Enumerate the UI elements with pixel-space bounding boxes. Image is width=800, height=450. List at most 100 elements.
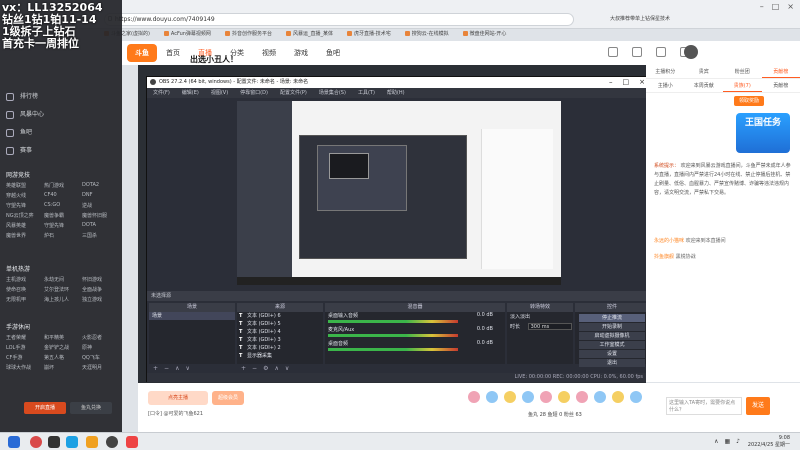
gift-icon[interactable] — [540, 391, 552, 403]
source-item[interactable]: 文本 (GDI+) 5 — [237, 320, 323, 328]
bookmark-item[interactable]: 微盘佳网站-开心 — [463, 30, 507, 41]
volume-meter[interactable] — [328, 348, 458, 351]
gift-icon[interactable] — [468, 391, 480, 403]
tab-week[interactable]: 本周贡献 — [685, 79, 724, 92]
remove-icon[interactable]: − — [252, 365, 257, 372]
exit-button[interactable]: 退出 — [579, 359, 645, 367]
category-link[interactable]: 风暴英雄 — [6, 222, 42, 229]
category-link[interactable]: 无限机甲 — [6, 296, 42, 303]
tab-contrib[interactable]: 贡献榜 — [761, 65, 800, 78]
nav-video[interactable]: 视频 — [262, 48, 276, 58]
gift-icon[interactable] — [594, 391, 606, 403]
source-item[interactable]: 文本 (GDI+) 3 — [237, 336, 323, 344]
start-live-button[interactable]: 开启直播 — [24, 402, 66, 414]
start-icon[interactable] — [8, 436, 20, 448]
obs-minimize-icon[interactable]: – — [609, 77, 613, 88]
nav-game[interactable]: 游戏 — [294, 48, 308, 58]
gift-icon[interactable] — [576, 391, 588, 403]
menu-help[interactable]: 帮助(H) — [387, 88, 405, 98]
menu-view[interactable]: 视图(V) — [211, 88, 228, 98]
sidebar-item-storm[interactable]: 风暴中心 — [6, 106, 118, 124]
obs-app-icon[interactable] — [106, 436, 118, 448]
minimize-icon[interactable]: – — [760, 2, 764, 11]
source-item[interactable]: 文本 (GDI+) 2 — [237, 344, 323, 352]
app-icon[interactable] — [30, 436, 42, 448]
category-link[interactable]: 魔兽争霸 — [44, 212, 80, 219]
send-button[interactable]: 发送 — [746, 397, 770, 415]
history-icon[interactable] — [608, 47, 618, 57]
sidebar-item-rank[interactable]: 排行榜 — [6, 88, 118, 106]
category-link[interactable]: 海上孩儿人 — [44, 296, 80, 303]
up-icon[interactable]: ∧ — [274, 365, 278, 372]
maximize-icon[interactable]: □ — [772, 2, 780, 11]
category-link[interactable]: DOTA — [82, 222, 118, 229]
studio-mode-button[interactable]: 工作室模式 — [579, 341, 645, 349]
exchange-button[interactable]: 鱼丸兑换 — [70, 402, 112, 414]
stop-streaming-button[interactable]: 停止推流 — [579, 314, 645, 322]
volume-icon[interactable]: ♪ — [736, 438, 740, 445]
claim-reward-button[interactable]: 领取奖励 — [734, 96, 764, 106]
source-item[interactable]: 文本 (GDI+) 4 — [237, 328, 323, 336]
down-icon[interactable]: ∨ — [285, 365, 289, 372]
source-item[interactable]: 文本 (GDI+) 6 — [237, 312, 323, 320]
tab-vip[interactable]: 贵宾 — [685, 65, 724, 78]
volume-meter[interactable] — [328, 334, 458, 337]
category-link[interactable]: 热门游戏 — [44, 182, 80, 189]
category-link[interactable]: 魔兽世界 — [6, 232, 42, 239]
category-link[interactable]: 艾尔登法环 — [44, 286, 80, 293]
super-member-button[interactable]: 超级会员 — [212, 391, 244, 405]
remove-icon[interactable]: − — [164, 365, 169, 372]
category-link[interactable]: 天涯明月 — [82, 364, 118, 371]
settings-button[interactable]: 设置 — [579, 350, 645, 358]
light-anchor-button[interactable]: 点亮主播 — [148, 391, 208, 405]
gift-icon[interactable] — [522, 391, 534, 403]
scene-item[interactable]: 场景 — [149, 312, 235, 320]
category-link[interactable]: 王者荣耀 — [6, 334, 42, 341]
app-icon[interactable] — [86, 436, 98, 448]
add-icon[interactable]: + — [153, 365, 158, 372]
address-bar[interactable]: https://www.douyu.com/7409149 — [104, 13, 574, 26]
tab-score[interactable]: 主播积分 — [646, 65, 685, 78]
menu-file[interactable]: 文件(F) — [153, 88, 170, 98]
transition-type[interactable]: 淡入淡出 — [507, 312, 573, 322]
obs-preview[interactable] — [237, 101, 561, 285]
app-icon[interactable] — [66, 436, 78, 448]
tab-noble[interactable]: 贵族(7) — [723, 79, 762, 92]
nav-fishbar[interactable]: 鱼吧 — [326, 48, 340, 58]
app-icon[interactable] — [126, 436, 138, 448]
menu-tools[interactable]: 工具(T) — [358, 88, 375, 98]
add-icon[interactable]: + — [241, 365, 246, 372]
category-link[interactable]: CS:GO — [44, 202, 80, 209]
up-icon[interactable]: ∧ — [175, 365, 179, 372]
gift-icon[interactable] — [630, 391, 642, 403]
obs-close-icon[interactable]: × — [639, 77, 645, 88]
bookmark-item[interactable]: 虎牙直播-技术宅 — [347, 30, 391, 41]
clock[interactable]: 9:08 2022/4/25 星期一 — [748, 435, 790, 449]
gift-icon[interactable] — [612, 391, 624, 403]
category-link[interactable]: CF40 — [44, 192, 80, 199]
douyu-logo[interactable]: 斗鱼 — [127, 44, 157, 62]
kingdom-task-banner[interactable]: 王国任务 — [736, 113, 790, 153]
menu-profile[interactable]: 配置文件(P) — [280, 88, 307, 98]
category-link[interactable]: 三国杀 — [82, 232, 118, 239]
category-link[interactable]: 主机游戏 — [6, 276, 42, 283]
category-link[interactable]: 守望先锋 — [6, 202, 42, 209]
gift-icon[interactable] — [486, 391, 498, 403]
transition-duration-input[interactable]: 300 ms — [527, 323, 572, 330]
start-recording-button[interactable]: 开始录制 — [579, 323, 645, 331]
category-link[interactable]: 原神 — [82, 344, 118, 351]
category-link[interactable]: 火影忍者 — [82, 334, 118, 341]
category-link[interactable]: LOL手游 — [6, 344, 42, 351]
category-link[interactable]: 怀旧游戏 — [82, 276, 118, 283]
category-link[interactable]: 和平精英 — [44, 334, 80, 341]
category-link[interactable]: DNF — [82, 192, 118, 199]
network-icon[interactable]: ▦ — [724, 438, 730, 445]
bookmark-item[interactable]: 搜狗云-在线模拟 — [405, 30, 449, 41]
category-link[interactable]: 穿越火线 — [6, 192, 42, 199]
category-link[interactable]: 金铲铲之战 — [44, 344, 80, 351]
tab-rank[interactable]: 贡献榜 — [762, 79, 800, 92]
bookmark-item[interactable]: 风暴运_直播_某体 — [286, 30, 333, 41]
gift-icon[interactable] — [558, 391, 570, 403]
category-link[interactable]: 魔兽怀旧服 — [82, 212, 118, 219]
category-link[interactable]: NG云顶之弈 — [6, 212, 42, 219]
